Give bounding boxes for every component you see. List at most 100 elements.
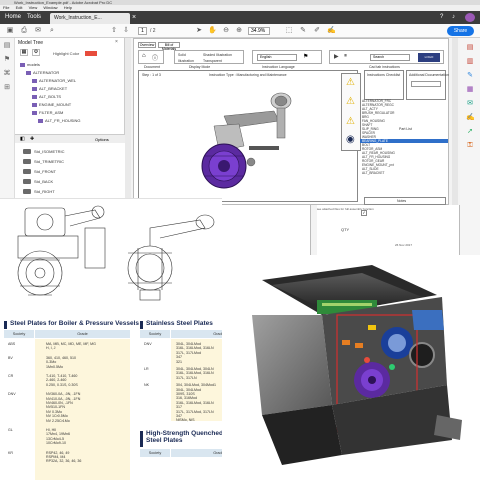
boiler-plates-title: Steel Plates for Boiler & Pressure Vesse… (10, 320, 139, 327)
comment-tool-icon[interactable]: ✉ (466, 100, 474, 108)
tree-scrollbar[interactable] (125, 38, 131, 205)
language-select[interactable]: English (257, 54, 297, 61)
view-item[interactable]: Std_ISOMETRIC (23, 149, 64, 154)
menu-help[interactable]: Help (64, 5, 72, 10)
column-language: Instruction Language (262, 65, 295, 69)
society-cell: ABS (8, 342, 16, 346)
tree-node-label: FILTER_ASM (39, 110, 64, 115)
view-cube-icon[interactable]: ◧ (20, 136, 25, 142)
grade-cell: 1Mn0.5Mo (46, 364, 63, 369)
grade-cell: NiSMo, NiS (176, 418, 195, 423)
tree-options-icon[interactable]: ▦ (20, 49, 28, 56)
tree-node[interactable]: models (20, 62, 40, 67)
part-icon (38, 119, 43, 123)
view-item[interactable]: Std_TRIMETRIC (23, 159, 64, 164)
page-number-input[interactable]: 1 (138, 27, 147, 35)
page-thumbnails-icon[interactable]: ▤ (3, 42, 11, 50)
avatar[interactable] (465, 13, 475, 22)
panel-close-icon[interactable]: × (115, 39, 118, 45)
tree-node[interactable]: ALTERNATOR (26, 70, 59, 75)
radio-illustration[interactable]: Illustration (178, 59, 194, 63)
zoom-in-icon[interactable]: ⊕ (235, 27, 243, 35)
info-icon[interactable]: ⓘ (152, 53, 158, 62)
menu-view[interactable]: View (29, 5, 38, 10)
technical-drawing (0, 197, 222, 310)
save-icon[interactable]: ▣ (6, 27, 14, 35)
fill-sign-icon[interactable]: ✍ (466, 114, 475, 122)
email-icon[interactable]: ✉ (34, 27, 42, 35)
tree-settings-icon[interactable]: ⚙ (32, 49, 40, 56)
tree-node-label: ENGINE_MOUNT (39, 102, 72, 107)
tab-bill-of-materials[interactable]: Bill of Materials (158, 42, 180, 51)
radio-solid[interactable]: Solid (178, 53, 186, 57)
help-icon[interactable]: ? (440, 13, 443, 22)
views-options-label[interactable]: Options (95, 137, 109, 142)
page-scrollbar[interactable] (452, 38, 458, 205)
model-tree-title: Model Tree (18, 40, 44, 46)
share-button[interactable]: Share (447, 26, 474, 36)
view-label: Std_RIGHT (34, 189, 55, 194)
zoom-level-select[interactable]: 34.9% (248, 27, 270, 35)
export-pdf-icon[interactable]: ▤ (466, 44, 474, 52)
search-icon[interactable]: ⌕ (48, 27, 56, 35)
tree-node[interactable]: ALTERNATOR_WEL (32, 78, 76, 83)
page-total: / 2 (150, 28, 156, 34)
tree-node[interactable]: ALT_BOLTS (32, 94, 61, 99)
print-icon[interactable]: ⎙ (20, 27, 28, 35)
part-icon (26, 71, 31, 75)
protect-icon[interactable]: ⚿ (466, 142, 474, 150)
docs-select[interactable] (411, 81, 441, 87)
tree-node[interactable]: ALT_BRACKET (32, 86, 67, 91)
menu-file[interactable]: File (3, 5, 9, 10)
tab-close-icon[interactable]: × (132, 13, 136, 22)
notes-checkbox[interactable]: ✓ (361, 210, 367, 216)
bell-icon[interactable]: ♪ (452, 13, 455, 22)
3d-viewport[interactable]: Step : 1 of 3 Instruction Type : Manufac… (138, 70, 358, 202)
column-display-mode: Display Mode (189, 65, 211, 69)
view-item[interactable]: Std_FRONT (23, 169, 56, 174)
menu-edit[interactable]: Edit (16, 5, 23, 10)
send-icon[interactable]: ➚ (466, 128, 474, 136)
zoom-out-icon[interactable]: ⊖ (222, 27, 230, 35)
instruction-type: Instruction Type : Manufacturing and Mai… (209, 73, 287, 77)
tree-node[interactable]: ALT_FR_HOUSING (38, 118, 81, 123)
cad-play-icon[interactable]: ▶ (334, 53, 339, 60)
qty-label: QTY (341, 227, 350, 232)
previous-page-icon[interactable]: ⇧ (110, 27, 118, 35)
comment-icon[interactable]: ✎ (299, 27, 307, 35)
attachment-icon[interactable]: ⌘ (3, 70, 11, 78)
camera-icon (23, 169, 31, 174)
tab-document[interactable]: Work_Instruction_E... (50, 13, 130, 24)
highlight-color-swatch[interactable] (85, 51, 97, 56)
alternator-model[interactable] (169, 86, 319, 201)
boiler-header-grade: Grade (35, 330, 130, 338)
additional-docs-title: Additional Documentation (409, 73, 449, 77)
select-cursor-icon[interactable]: ➤ (195, 27, 203, 35)
menu-window[interactable]: Window (43, 5, 57, 10)
tree-node[interactable]: ENGINE_MOUNT (32, 102, 71, 107)
organize-pages-icon[interactable]: ▦ (466, 86, 474, 94)
part-list-item[interactable]: ALT_BRACKET (360, 171, 448, 175)
tab-overview[interactable]: Overview (138, 42, 156, 48)
fit-page-icon[interactable]: ⬚ (285, 27, 293, 35)
cad-search-input[interactable]: Search (370, 54, 410, 61)
view-add-icon[interactable]: ✚ (30, 136, 34, 142)
create-pdf-icon[interactable]: ▥ (466, 58, 474, 66)
tab-home[interactable]: Home (5, 13, 21, 22)
view-item[interactable]: Std_BACK (23, 179, 53, 184)
next-page-icon[interactable]: ⇩ (122, 27, 130, 35)
tab-tools[interactable]: Tools (27, 13, 41, 22)
radio-shaded[interactable]: Shaded Illustration (203, 53, 232, 57)
hand-tool-icon[interactable]: ✋ (208, 27, 217, 35)
sign-icon[interactable]: ✍ (327, 27, 336, 35)
model-tree-icon[interactable]: ⊞ (3, 84, 11, 92)
right-tools-panel: ▤ ▥ ✎ ▦ ✉ ✍ ➚ ⚿ (460, 38, 480, 205)
view-item[interactable]: Std_RIGHT (23, 189, 55, 194)
highlight-icon[interactable]: ✐ (313, 27, 321, 35)
home-icon[interactable]: ⌂ (142, 53, 146, 59)
edit-pdf-icon[interactable]: ✎ (466, 72, 474, 80)
bookmark-icon[interactable]: ⚑ (3, 56, 11, 64)
cad-pause-icon[interactable]: ⏸ (344, 53, 347, 60)
tree-node[interactable]: FILTER_ASM (32, 110, 63, 115)
radio-transparent[interactable]: Transparent (203, 59, 222, 63)
